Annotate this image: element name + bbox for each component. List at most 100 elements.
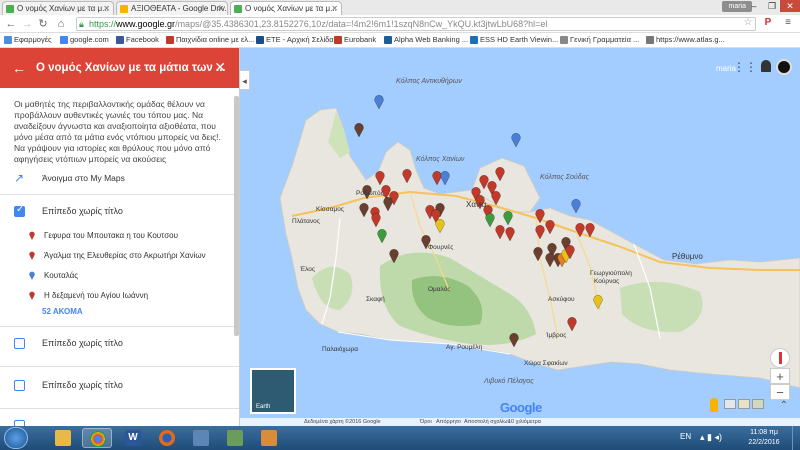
network-icon[interactable]: ▮ <box>707 432 712 442</box>
map-marker-icon[interactable] <box>505 226 515 241</box>
list-item[interactable]: Γεφυρα του Μπουτακα η του Κουτσου <box>29 231 178 240</box>
taskbar-firefox[interactable] <box>152 428 182 448</box>
map-marker-icon[interactable] <box>533 246 543 261</box>
map-marker-icon[interactable] <box>545 219 555 234</box>
chevron-up-icon[interactable]: ▴ <box>700 432 705 442</box>
collapse-panel-button[interactable]: ◂ <box>240 70 250 90</box>
back-arrow-icon[interactable]: ← <box>12 60 26 76</box>
taskbar-photos[interactable] <box>220 428 250 448</box>
send-feedback-link[interactable]: Αποστολή σχολίων <box>464 418 510 426</box>
zoom-in-button[interactable]: + <box>770 368 790 384</box>
reload-icon[interactable]: ↻ <box>36 17 50 31</box>
map-marker-icon[interactable] <box>377 228 387 243</box>
home-icon[interactable]: ⌂ <box>54 17 68 31</box>
bookmark-apps[interactable]: Εφαρμογές <box>4 34 52 46</box>
map-marker-icon[interactable] <box>535 224 545 239</box>
map-marker-icon[interactable] <box>354 122 364 137</box>
map-marker-icon[interactable] <box>593 294 603 309</box>
bookmark-google[interactable]: google.com <box>60 34 109 46</box>
taskbar-window[interactable] <box>186 428 216 448</box>
map-marker-icon[interactable] <box>535 208 545 223</box>
map-marker-icon[interactable] <box>585 222 595 237</box>
layer-checkbox[interactable] <box>14 380 25 391</box>
open-in-my-maps-link[interactable]: Άνοιγμα στο My Maps <box>42 173 125 183</box>
bookmark-alpha[interactable]: Alpha Web Banking ... <box>384 34 468 46</box>
notifications-icon[interactable] <box>761 60 771 72</box>
map-marker-icon[interactable] <box>383 196 393 211</box>
close-tab-icon[interactable]: ✕ <box>331 2 338 15</box>
more-items-link[interactable]: 52 ΑΚΟΜΑ <box>42 307 83 316</box>
browser-tab-3[interactable]: Ο νομός Χανίων με τα μ... ✕ <box>230 1 342 15</box>
earth-view-toggle[interactable]: Earth <box>250 368 296 414</box>
pegman-icon[interactable] <box>710 398 718 412</box>
bookmark-facebook[interactable]: Facebook <box>116 34 159 46</box>
taskbar-paint[interactable] <box>254 428 284 448</box>
panel-scrollbar[interactable] <box>234 96 239 336</box>
clock[interactable]: 11:08 πμ 22/2/2016 <box>744 428 784 448</box>
map-marker-icon[interactable] <box>371 212 381 227</box>
privacy-link[interactable]: Απόρρητο <box>436 418 461 426</box>
map-canvas[interactable]: Κόλπος Αντικυθήρων Κόλπος Χανίων Κόλπος … <box>240 48 800 426</box>
map-marker-icon[interactable] <box>374 94 384 109</box>
map-marker-icon[interactable] <box>495 166 505 181</box>
taskbar-chrome[interactable] <box>82 428 112 448</box>
map-marker-icon[interactable] <box>491 190 501 205</box>
avatar[interactable] <box>776 59 792 75</box>
list-item[interactable]: Η δεξαμενή του Αγίου Ιωάννη <box>29 291 148 300</box>
map-marker-icon[interactable] <box>575 222 585 237</box>
volume-icon[interactable]: ◂) <box>715 432 723 442</box>
map-marker-icon[interactable] <box>375 170 385 185</box>
map-marker-icon[interactable] <box>402 168 412 183</box>
close-tab-icon[interactable]: ✕ <box>103 2 110 15</box>
map-marker-icon[interactable] <box>509 332 519 347</box>
imagery-icon[interactable] <box>738 399 750 409</box>
layer-checkbox[interactable] <box>14 204 25 217</box>
map-marker-icon[interactable] <box>435 218 445 233</box>
pinterest-icon[interactable]: P <box>762 17 774 29</box>
bookmark-games[interactable]: Παιχνίδια online με ελ... <box>166 34 254 46</box>
map-marker-icon[interactable] <box>495 224 505 239</box>
map-marker-icon[interactable] <box>545 252 555 267</box>
map-marker-icon[interactable] <box>567 316 577 331</box>
map-marker-icon[interactable] <box>511 132 521 147</box>
map-marker-icon[interactable] <box>565 244 575 259</box>
map-marker-icon[interactable] <box>571 198 581 213</box>
language-indicator[interactable]: EN <box>680 432 691 441</box>
restore-icon[interactable]: ❐ <box>764 0 780 12</box>
bookmark-ess-earth[interactable]: ESS HD Earth Viewin... <box>470 34 558 46</box>
layer-checkbox[interactable] <box>14 338 25 349</box>
map-marker-icon[interactable] <box>389 248 399 263</box>
map-marker-icon[interactable] <box>359 202 369 217</box>
address-bar[interactable]: 🔒︎ https://www.google.gr/maps/@35.438630… <box>76 17 756 31</box>
bookmark-atlas[interactable]: https://www.atlas.g... <box>646 34 725 46</box>
window-close-icon[interactable]: ✕ <box>780 0 800 12</box>
imagery-icon[interactable] <box>724 399 736 409</box>
browser-tab-1[interactable]: Ο νομός Χανίων με τα μ... ✕ <box>2 1 114 15</box>
list-item[interactable]: Άγαλμα της Ελευθερίας στο Ακρωτήρι Χανίω… <box>29 251 206 260</box>
map-marker-icon[interactable] <box>503 210 513 225</box>
imagery-icon[interactable] <box>752 399 764 409</box>
back-icon[interactable]: ← <box>4 17 18 31</box>
bookmark-general-secretariat[interactable]: Γενική Γραμματεία ... <box>560 34 639 46</box>
close-icon[interactable]: ✕ <box>214 59 226 76</box>
compass-icon[interactable] <box>770 348 790 368</box>
map-marker-icon[interactable] <box>485 212 495 227</box>
bookmark-ete[interactable]: ΕΤΕ - Αρχική Σελίδα <box>256 34 334 46</box>
star-icon[interactable]: ☆ <box>742 17 754 29</box>
start-button[interactable] <box>4 427 28 449</box>
bookmark-eurobank[interactable]: Eurobank <box>334 34 376 46</box>
forward-icon[interactable]: → <box>20 17 34 31</box>
menu-icon[interactable]: ≡ <box>782 17 794 29</box>
taskbar-word[interactable]: W <box>118 428 148 448</box>
open-external-icon[interactable]: ↗ <box>14 171 24 185</box>
taskbar-explorer[interactable] <box>48 428 78 448</box>
list-item[interactable]: Κουταλάς <box>29 271 78 280</box>
zoom-out-button[interactable]: − <box>770 384 790 400</box>
minimize-icon[interactable]: – <box>746 0 762 12</box>
show-desktop-button[interactable] <box>792 426 800 450</box>
close-tab-icon[interactable]: ✕ <box>217 2 224 15</box>
apps-grid-icon[interactable]: ⋮⋮ <box>733 60 757 74</box>
terms-link[interactable]: Όροι <box>420 418 432 426</box>
map-marker-icon[interactable] <box>440 170 450 185</box>
browser-tab-2[interactable]: ΑΞΙΟΘΕΑΤΑ - Google Driv... ✕ <box>116 1 228 15</box>
